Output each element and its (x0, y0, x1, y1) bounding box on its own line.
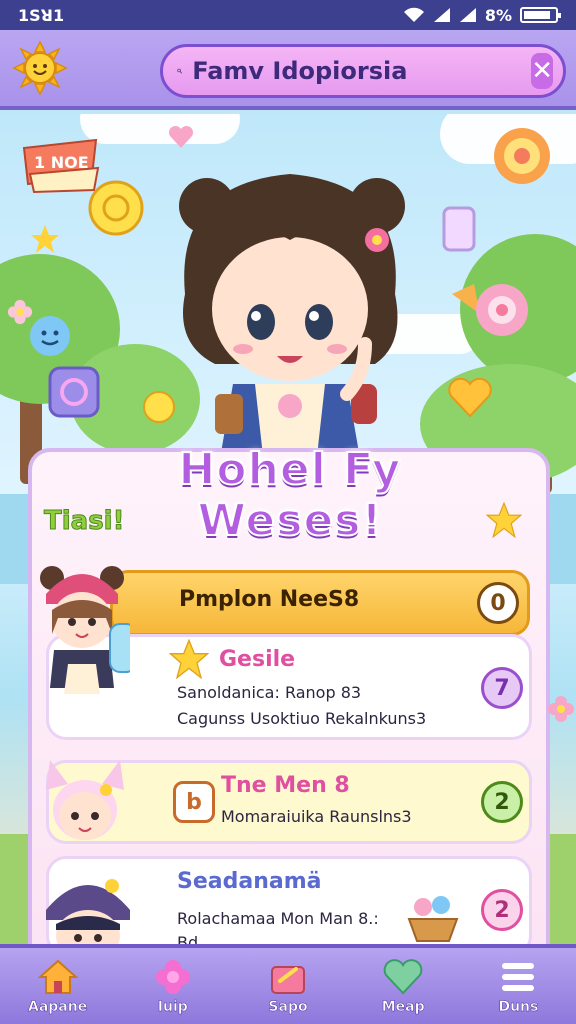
nav-home[interactable]: Aapane (0, 948, 115, 1024)
card-heading: Tne Men 8 (221, 773, 350, 798)
star-icon[interactable] (486, 502, 522, 538)
nav-shop[interactable]: Sapo (230, 948, 345, 1024)
smiley-icon (30, 316, 70, 356)
section-label: Tiasi! (43, 506, 125, 537)
sun-icon[interactable] (12, 40, 68, 96)
coin-icon (88, 180, 144, 236)
status-bar: 1ꓢꓤ1 8% (0, 0, 576, 30)
search-bar: ✕ (160, 44, 566, 98)
battery-percent: 8% (484, 5, 512, 25)
bottom-nav: Aapane Iuip Sapo Meap Duns (0, 944, 576, 1024)
menu-icon (502, 963, 535, 991)
signal-icon (459, 8, 476, 22)
card-line: Momaraiuika Raunslns3 (221, 807, 412, 826)
highlight-label: Pmplon Neeꓢ8 (179, 587, 360, 612)
battery-icon (520, 7, 561, 23)
cloud (80, 114, 240, 144)
card-badge: 7 (481, 667, 523, 709)
phone-icon (442, 206, 476, 252)
nav-label: Aapane (27, 999, 88, 1016)
flower-icon (548, 696, 574, 722)
nav-flower[interactable]: Iuip (115, 948, 230, 1024)
highlight-row[interactable]: Pmplon Neeꓢ8 0 (110, 570, 530, 636)
wifi-icon (403, 7, 424, 22)
top-bar: ✕ (0, 30, 576, 110)
home-icon (37, 959, 78, 994)
card-line: Rolachamaa Mon Man 8.: (177, 909, 379, 928)
nav-label: Meap (381, 999, 425, 1016)
nav-label: Iuip (157, 999, 189, 1016)
card-line: Sanoldanica: Ranop 83 (177, 683, 362, 702)
nav-label: Sapo (268, 999, 308, 1016)
lollipop-icon (494, 128, 550, 184)
star-icon (31, 225, 59, 253)
card-heading: Seadanamä (177, 869, 322, 894)
card-badge: 2 (481, 781, 523, 823)
close-icon: ✕ (531, 56, 553, 86)
highlight-badge: 0 (477, 582, 519, 624)
heart-icon (383, 959, 423, 995)
search-icon[interactable] (177, 56, 183, 86)
letter-badge: b (173, 781, 215, 823)
card-line: Bd (177, 933, 199, 944)
card-heading: Gesile (219, 647, 296, 672)
flower-icon (155, 960, 190, 994)
game-scene: 1 NOE Hohel Fy Weses! Tiasi! Pmplon Neeꓢ… (0, 114, 576, 944)
nav-map[interactable]: Meap (346, 948, 461, 1024)
close-button[interactable]: ✕ (531, 53, 553, 89)
shop-icon (271, 966, 305, 994)
card-line: Cagunss Usoktiuo Rekalnkuns3 (177, 709, 427, 728)
candy-icon (452, 284, 528, 336)
status-time: 1ꓢꓤ1 (18, 5, 65, 25)
search-input[interactable] (182, 57, 532, 85)
panel-title: Hohel Fy Weses! (178, 443, 402, 547)
card-badge: 2 (481, 889, 523, 931)
app-tile-icon (48, 366, 100, 418)
avatar[interactable] (40, 750, 130, 860)
badge-text: 1 NOE (34, 153, 89, 172)
avatar[interactable] (40, 864, 136, 944)
flower-icon (7, 299, 33, 325)
basket-icon (407, 896, 459, 942)
avatar[interactable] (34, 554, 130, 704)
star-icon (169, 639, 209, 679)
nav-menu[interactable]: Duns (461, 948, 576, 1024)
nav-label: Duns (498, 999, 539, 1016)
heart-icon (448, 378, 492, 418)
signal-icon (433, 8, 450, 22)
